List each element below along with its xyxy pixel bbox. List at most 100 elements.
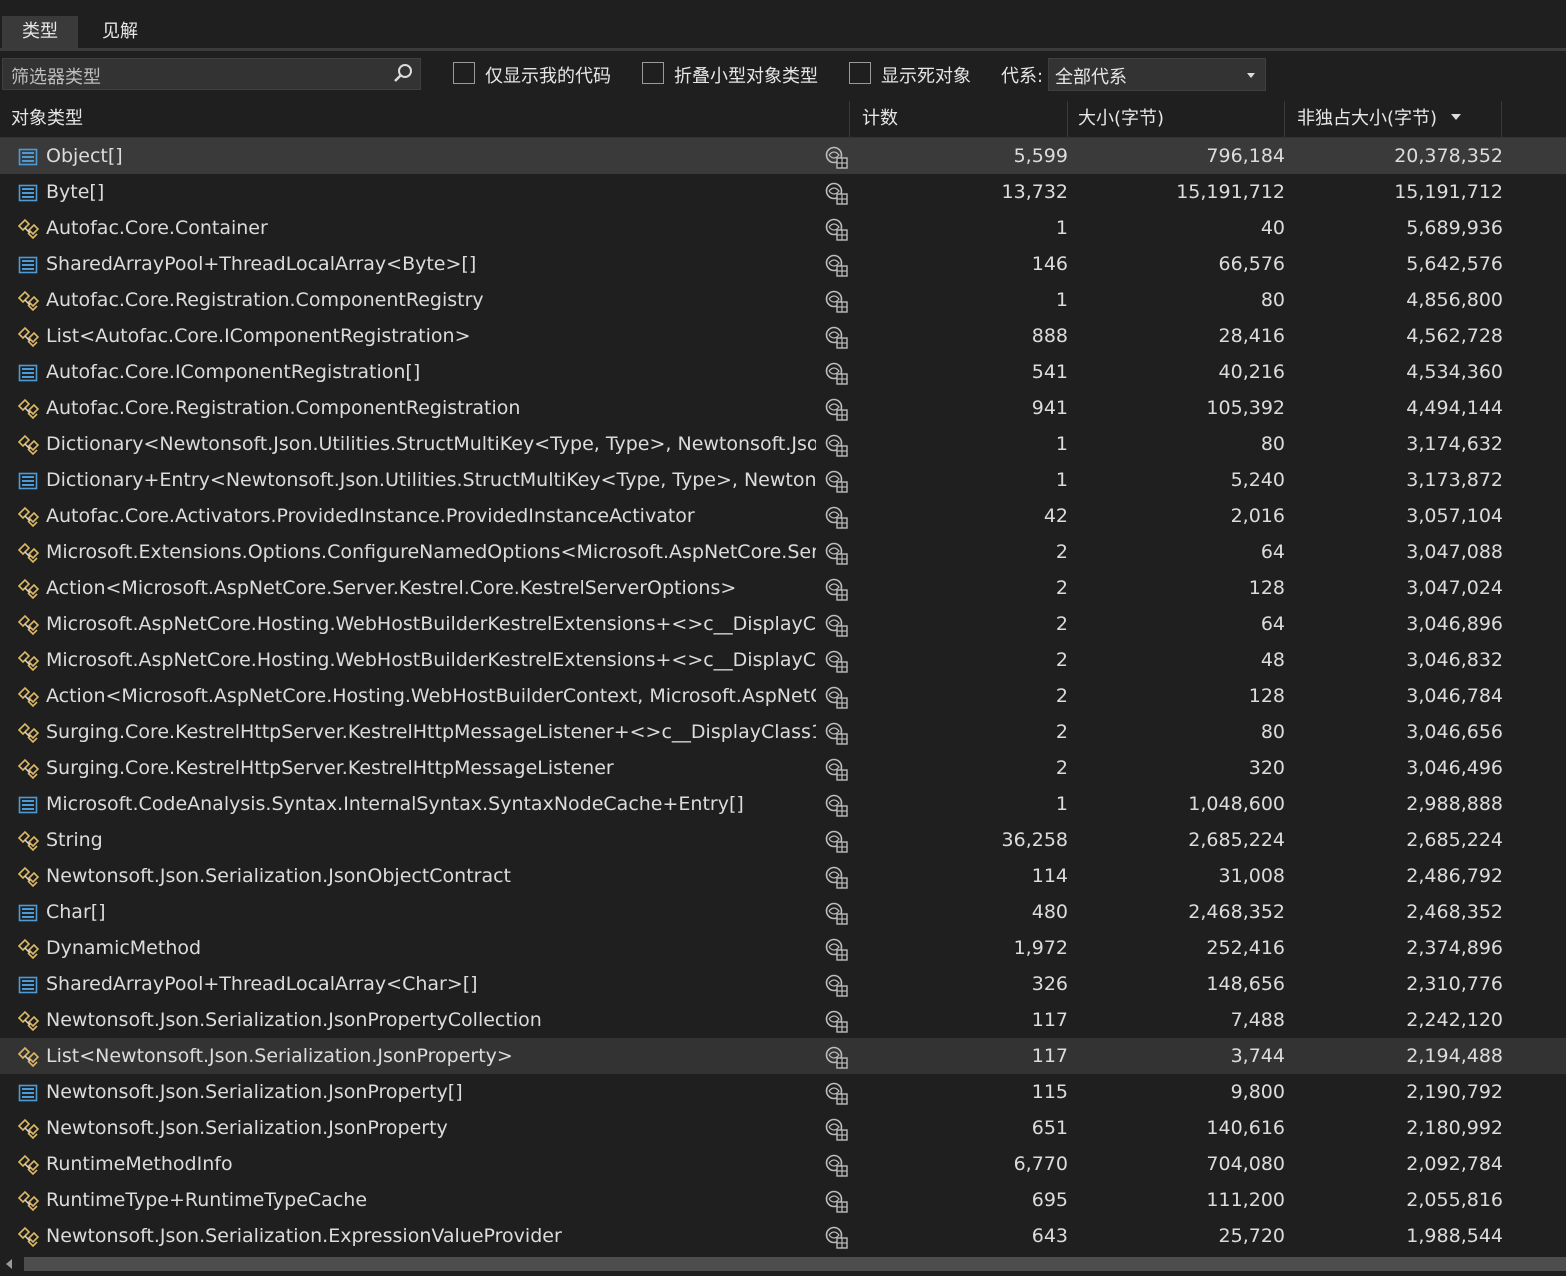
type-name-cell: Autofac.Core.IComponentRegistration[] — [46, 361, 421, 383]
scroll-left-arrow-icon[interactable] — [6, 1259, 12, 1269]
just-my-code-label[interactable]: 仅显示我的代码 — [485, 62, 611, 88]
library-referenced-icon[interactable] — [824, 541, 848, 565]
library-referenced-icon[interactable] — [824, 433, 848, 457]
table-row[interactable]: Dictionary+Entry<Newtonsoft.Json.Utiliti… — [0, 462, 1566, 498]
library-referenced-icon[interactable] — [824, 1045, 848, 1069]
library-referenced-icon[interactable] — [824, 361, 848, 385]
table-row[interactable]: Surging.Core.KestrelHttpServer.KestrelHt… — [0, 750, 1566, 786]
collapse-small-types-label[interactable]: 折叠小型对象类型 — [674, 62, 818, 88]
library-referenced-icon[interactable] — [824, 289, 848, 313]
retained-size-cell: 2,190,792 — [1406, 1081, 1503, 1103]
library-referenced-icon[interactable] — [824, 1009, 848, 1033]
table-row[interactable]: Action<Microsoft.AspNetCore.Hosting.WebH… — [0, 678, 1566, 714]
table-row[interactable]: Action<Microsoft.AspNetCore.Server.Kestr… — [0, 570, 1566, 606]
table-row[interactable]: RuntimeType+RuntimeTypeCache 695 111,200 2,… — [0, 1182, 1566, 1218]
library-referenced-icon[interactable] — [824, 469, 848, 493]
array-icon — [17, 974, 39, 996]
count-cell: 42 — [1043, 505, 1068, 527]
count-cell: 117 — [1031, 1009, 1068, 1031]
library-referenced-icon[interactable] — [824, 1117, 848, 1141]
tab-insights[interactable]: 见解 — [82, 16, 158, 48]
type-name-cell: Surging.Core.KestrelHttpServer.KestrelHt… — [46, 721, 816, 743]
count-cell: 480 — [1031, 901, 1068, 923]
table-row[interactable]: List<Newtonsoft.Json.Serialization.JsonP… — [0, 1038, 1566, 1074]
library-referenced-icon[interactable] — [824, 865, 848, 889]
library-referenced-icon[interactable] — [824, 181, 848, 205]
library-referenced-icon[interactable] — [824, 793, 848, 817]
table-row[interactable]: SharedArrayPool+ThreadLocalArray<Char>[]… — [0, 966, 1566, 1002]
filter-types-search-input[interactable]: 筛选器类型 — [2, 58, 421, 90]
library-referenced-icon[interactable] — [824, 1225, 848, 1249]
library-referenced-icon[interactable] — [824, 325, 848, 349]
just-my-code-checkbox[interactable] — [453, 62, 475, 84]
generation-select[interactable]: 全部代系 — [1048, 58, 1266, 91]
library-referenced-icon[interactable] — [824, 829, 848, 853]
count-cell: 114 — [1031, 865, 1068, 887]
table-row[interactable]: SharedArrayPool+ThreadLocalArray<Byte>[]… — [0, 246, 1566, 282]
tab-types[interactable]: 类型 — [2, 16, 78, 48]
library-referenced-icon[interactable] — [824, 1189, 848, 1213]
class-icon — [17, 1046, 40, 1068]
table-row[interactable]: Microsoft.AspNetCore.Hosting.WebHostBuil… — [0, 642, 1566, 678]
table-row[interactable]: Microsoft.Extensions.Options.ConfigureNa… — [0, 534, 1566, 570]
library-referenced-icon[interactable] — [824, 253, 848, 277]
collapse-small-types-checkbox[interactable] — [642, 62, 664, 84]
table-row[interactable]: Autofac.Core.Container 1 40 5,689,936 — [0, 210, 1566, 246]
column-header-count[interactable]: 计数 — [850, 101, 1068, 137]
retained-size-cell: 3,046,896 — [1406, 613, 1503, 635]
table-row[interactable]: Newtonsoft.Json.Serialization.JsonProper… — [0, 1074, 1566, 1110]
library-referenced-icon[interactable] — [824, 217, 848, 241]
library-referenced-icon[interactable] — [824, 937, 848, 961]
library-referenced-icon[interactable] — [824, 145, 848, 169]
column-header-retained-size[interactable]: 非独占大小(字节) — [1285, 101, 1502, 137]
table-row[interactable]: String 36,258 2,685,224 2,685,224 — [0, 822, 1566, 858]
column-header-size[interactable]: 大小(字节) — [1068, 101, 1285, 137]
library-referenced-icon[interactable] — [824, 613, 848, 637]
table-row[interactable]: Newtonsoft.Json.Serialization.Expression… — [0, 1218, 1566, 1250]
class-icon — [17, 722, 40, 744]
library-referenced-icon[interactable] — [824, 721, 848, 745]
table-row[interactable]: Autofac.Core.Activators.ProvidedInstance… — [0, 498, 1566, 534]
table-row[interactable]: Dictionary<Newtonsoft.Json.Utilities.Str… — [0, 426, 1566, 462]
show-dead-objects-checkbox[interactable] — [849, 62, 871, 84]
table-row[interactable]: Newtonsoft.Json.Serialization.JsonObject… — [0, 858, 1566, 894]
table-row[interactable]: Autofac.Core.Registration.ComponentRegis… — [0, 390, 1566, 426]
table-row[interactable]: Microsoft.AspNetCore.Hosting.WebHostBuil… — [0, 606, 1566, 642]
show-dead-objects-label[interactable]: 显示死对象 — [881, 62, 971, 88]
table-row[interactable]: Autofac.Core.IComponentRegistration[] 541… — [0, 354, 1566, 390]
table-row[interactable]: Newtonsoft.Json.Serialization.JsonProper… — [0, 1110, 1566, 1146]
size-cell: 111,200 — [1206, 1189, 1285, 1211]
count-cell: 1 — [1055, 469, 1068, 491]
type-name-cell: Autofac.Core.Registration.ComponentRegis… — [46, 397, 521, 419]
table-row[interactable]: List<Autofac.Core.IComponentRegistration… — [0, 318, 1566, 354]
library-referenced-icon[interactable] — [824, 901, 848, 925]
library-referenced-icon[interactable] — [824, 397, 848, 421]
library-referenced-icon[interactable] — [824, 1153, 848, 1177]
search-icon[interactable] — [392, 63, 414, 90]
library-referenced-icon[interactable] — [824, 505, 848, 529]
count-cell: 6,770 — [1013, 1153, 1068, 1175]
table-row[interactable]: Byte[] 13,732 15,191,712 15,191,712 — [0, 174, 1566, 210]
table-row[interactable]: Object[] 5,599 796,184 20,378,352 — [0, 138, 1566, 174]
library-referenced-icon[interactable] — [824, 973, 848, 997]
type-name-cell: Newtonsoft.Json.Serialization.JsonObject… — [46, 865, 512, 887]
array-icon — [17, 1082, 39, 1104]
scrollbar-thumb[interactable] — [24, 1257, 1566, 1271]
count-cell: 2 — [1055, 685, 1068, 707]
library-referenced-icon[interactable] — [824, 685, 848, 709]
class-icon — [17, 578, 40, 600]
table-row[interactable]: Newtonsoft.Json.Serialization.JsonProper… — [0, 1002, 1566, 1038]
table-row[interactable]: RuntimeMethodInfo 6,770 704,080 2,092,784 — [0, 1146, 1566, 1182]
table-row[interactable]: Surging.Core.KestrelHttpServer.KestrelHt… — [0, 714, 1566, 750]
table-row[interactable]: Autofac.Core.Registration.ComponentRegis… — [0, 282, 1566, 318]
library-referenced-icon[interactable] — [824, 577, 848, 601]
horizontal-scrollbar[interactable] — [0, 1252, 1566, 1276]
table-row[interactable]: Microsoft.CodeAnalysis.Syntax.InternalSy… — [0, 786, 1566, 822]
library-referenced-icon[interactable] — [824, 1081, 848, 1105]
column-header-retained-label: 非独占大小(字节) — [1297, 108, 1438, 129]
column-header-type[interactable]: 对象类型 — [0, 101, 850, 137]
library-referenced-icon[interactable] — [824, 649, 848, 673]
table-row[interactable]: DynamicMethod 1,972 252,416 2,374,896 — [0, 930, 1566, 966]
table-row[interactable]: Char[] 480 2,468,352 2,468,352 — [0, 894, 1566, 930]
library-referenced-icon[interactable] — [824, 757, 848, 781]
